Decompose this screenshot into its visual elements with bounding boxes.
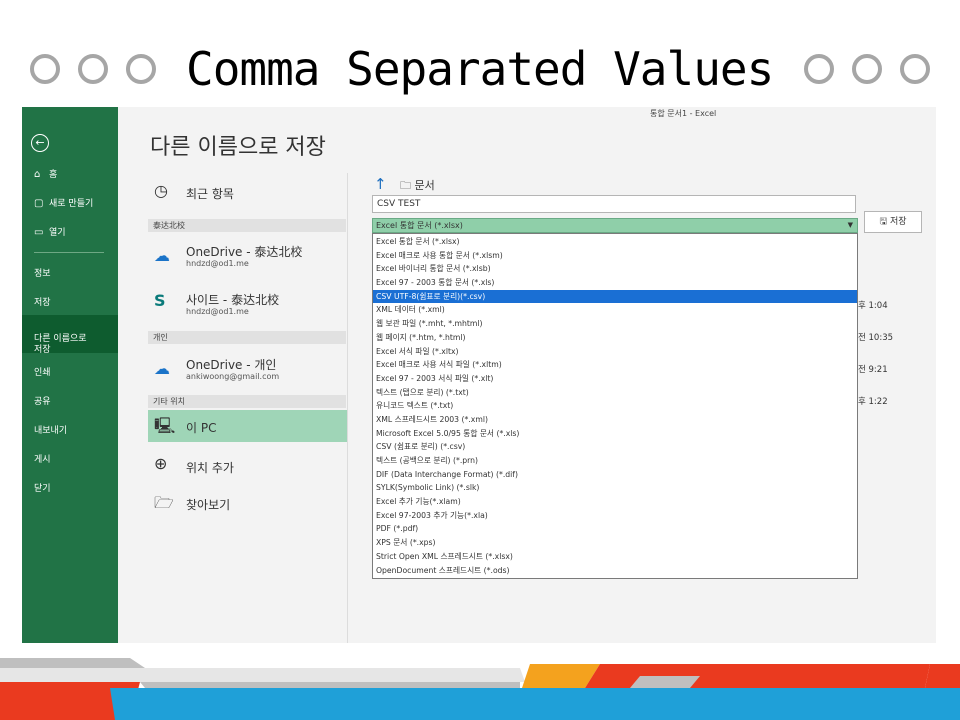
window-title: 통합 문서1 - Excel: [650, 109, 717, 118]
location-browse[interactable]: 🗁 찾아보기: [148, 489, 348, 519]
location-onedrive-personal[interactable]: ☁ OneDrive - 개인 ankiwoong@gmail.com: [148, 351, 348, 387]
cloud-icon: ☁: [154, 246, 170, 265]
sidebar-item-save-as[interactable]: 다른 이름으로 저장: [22, 315, 118, 355]
sidebar-item-home[interactable]: ⌂ 홈: [22, 167, 118, 180]
excel-save-as-screenshot: ← ⌂ 홈 ▢ 새로 만들기 ▭ 열기 정보 저장 다른 이름으로 저장 인쇄 공유 …: [22, 107, 936, 643]
location-recent[interactable]: ◷ 최근 항목: [148, 181, 348, 205]
location-onedrive-org[interactable]: ☁ OneDrive - 泰达北校 hndzd@od1.me: [148, 237, 348, 277]
sharepoint-icon: S: [154, 291, 166, 310]
slide-title: Comma Separated Values: [186, 42, 774, 96]
save-button[interactable]: 🖫 저장: [864, 211, 922, 233]
home-icon: ⌂: [34, 169, 41, 180]
filetype-option[interactable]: CSV (쉼표로 분리) (*.csv): [373, 440, 857, 454]
filetype-option[interactable]: Excel 서식 파일 (*.xltx): [373, 345, 857, 359]
filetype-option[interactable]: XML 스프레드시트 2003 (*.xml): [373, 413, 857, 427]
filetype-option[interactable]: Excel 매크로 사용 통합 문서 (*.xlsm): [373, 249, 857, 263]
filetype-select[interactable]: Excel 통합 문서 (*.xlsx) ▼: [372, 218, 858, 233]
open-folder-icon: 🗁: [154, 493, 174, 512]
filetype-option[interactable]: DIF (Data Interchange Format) (*.dif): [373, 468, 857, 482]
filetype-option[interactable]: 웹 보관 파일 (*.mht, *.mhtml): [373, 317, 857, 331]
chevron-down-icon: ▼: [847, 221, 853, 229]
folder-icon: ▭: [34, 227, 44, 238]
circle-decoration: [804, 54, 834, 84]
filetype-option[interactable]: 텍스트 (탭으로 분리) (*.txt): [373, 386, 857, 400]
globe-add-icon: ⊕: [154, 454, 168, 473]
folder-icon: 🗀: [400, 179, 411, 192]
sidebar-item-open[interactable]: ▭ 열기: [22, 225, 118, 238]
circle-decoration: [900, 54, 930, 84]
filetype-option[interactable]: Excel 97-2003 추가 기능(*.xla): [373, 509, 857, 523]
filetype-option[interactable]: Microsoft Excel 5.0/95 통합 문서 (*.xls): [373, 427, 857, 441]
clock-icon: ◷: [154, 181, 168, 200]
location-site-org[interactable]: S 사이트 - 泰达北校 hndzd@od1.me: [148, 285, 348, 325]
filename-input[interactable]: CSV TEST: [372, 195, 856, 213]
circle-decoration: [126, 54, 156, 84]
backstage-sidebar: ← ⌂ 홈 ▢ 새로 만들기 ▭ 열기 정보 저장 다른 이름으로 저장 인쇄 공유 …: [22, 107, 118, 643]
filetype-option[interactable]: Excel 바이너리 통합 문서 (*.xlsb): [373, 262, 857, 276]
page-title: 다른 이름으로 저장: [150, 135, 326, 160]
filetype-option[interactable]: CSV UTF-8(쉼표로 분리)(*.csv): [373, 289, 857, 304]
new-doc-icon: ▢: [34, 198, 44, 209]
circle-decoration: [78, 54, 108, 84]
file-time: 전 10:35: [858, 333, 894, 343]
filetype-option[interactable]: Excel 추가 기능(*.xlam): [373, 495, 857, 509]
filetype-option[interactable]: XPS 문서 (*.xps): [373, 536, 857, 550]
filetype-option[interactable]: SYLK(Symbolic Link) (*.slk): [373, 481, 857, 495]
slide-title-bar: Comma Separated Values: [0, 38, 960, 108]
filetype-option[interactable]: Strict Open XML 스프레드시트 (*.xlsx): [373, 550, 857, 564]
filetype-option[interactable]: PDF (*.pdf): [373, 522, 857, 536]
bottom-decoration: [0, 658, 960, 720]
save-icon: 🖫: [879, 217, 888, 227]
sidebar-item-publish[interactable]: 게시: [22, 452, 118, 465]
back-arrow-icon[interactable]: ←: [31, 134, 49, 152]
sidebar-divider: [34, 252, 104, 253]
filetype-option[interactable]: 웹 페이지 (*.htm, *.html): [373, 331, 857, 345]
location-add-place[interactable]: ⊕ 위치 추가: [148, 451, 348, 481]
sidebar-item-share[interactable]: 공유: [22, 394, 118, 407]
file-time: 후 1:22: [858, 397, 888, 407]
filetype-option[interactable]: Excel 통합 문서 (*.xlsx): [373, 235, 857, 249]
cloud-icon: ☁: [154, 359, 170, 378]
circle-decoration: [30, 54, 60, 84]
section-header: 기타 위치: [148, 395, 346, 408]
sidebar-item-new[interactable]: ▢ 새로 만들기: [22, 196, 118, 209]
panel-divider: [347, 173, 348, 643]
filetype-option[interactable]: 유니코드 텍스트 (*.txt): [373, 399, 857, 413]
breadcrumb[interactable]: 🗀 문서: [400, 177, 435, 196]
filetype-option[interactable]: XML 데이터 (*.xml): [373, 303, 857, 317]
filetype-dropdown-list: Excel 통합 문서 (*.xlsx) Excel 매크로 사용 통합 문서 (…: [372, 233, 858, 579]
sidebar-item-save[interactable]: 저장: [22, 295, 118, 308]
filetype-option[interactable]: Excel 97 - 2003 통합 문서 (*.xls): [373, 276, 857, 290]
sidebar-item-export[interactable]: 내보내기: [22, 423, 118, 436]
filetype-option[interactable]: 텍스트 (공백으로 분리) (*.prn): [373, 454, 857, 468]
sidebar-item-print[interactable]: 인쇄: [22, 365, 118, 378]
filetype-option[interactable]: Excel 97 - 2003 서식 파일 (*.xlt): [373, 372, 857, 386]
filetype-option[interactable]: OpenDocument 스프레드시트 (*.ods): [373, 564, 857, 578]
section-header: 개인: [148, 331, 346, 344]
file-time: 후 1:04: [858, 301, 888, 311]
circle-decoration: [852, 54, 882, 84]
file-time: 전 9:21: [858, 365, 888, 375]
location-this-pc[interactable]: 🖳 이 PC: [148, 410, 348, 442]
sidebar-item-close[interactable]: 닫기: [22, 481, 118, 494]
computer-icon: 🖳: [154, 416, 176, 435]
sidebar-item-info[interactable]: 정보: [22, 266, 118, 279]
section-header: 泰达北校: [148, 219, 346, 232]
up-folder-icon[interactable]: ↑: [374, 175, 387, 193]
filetype-option[interactable]: Excel 매크로 사용 서식 파일 (*.xltm): [373, 358, 857, 372]
